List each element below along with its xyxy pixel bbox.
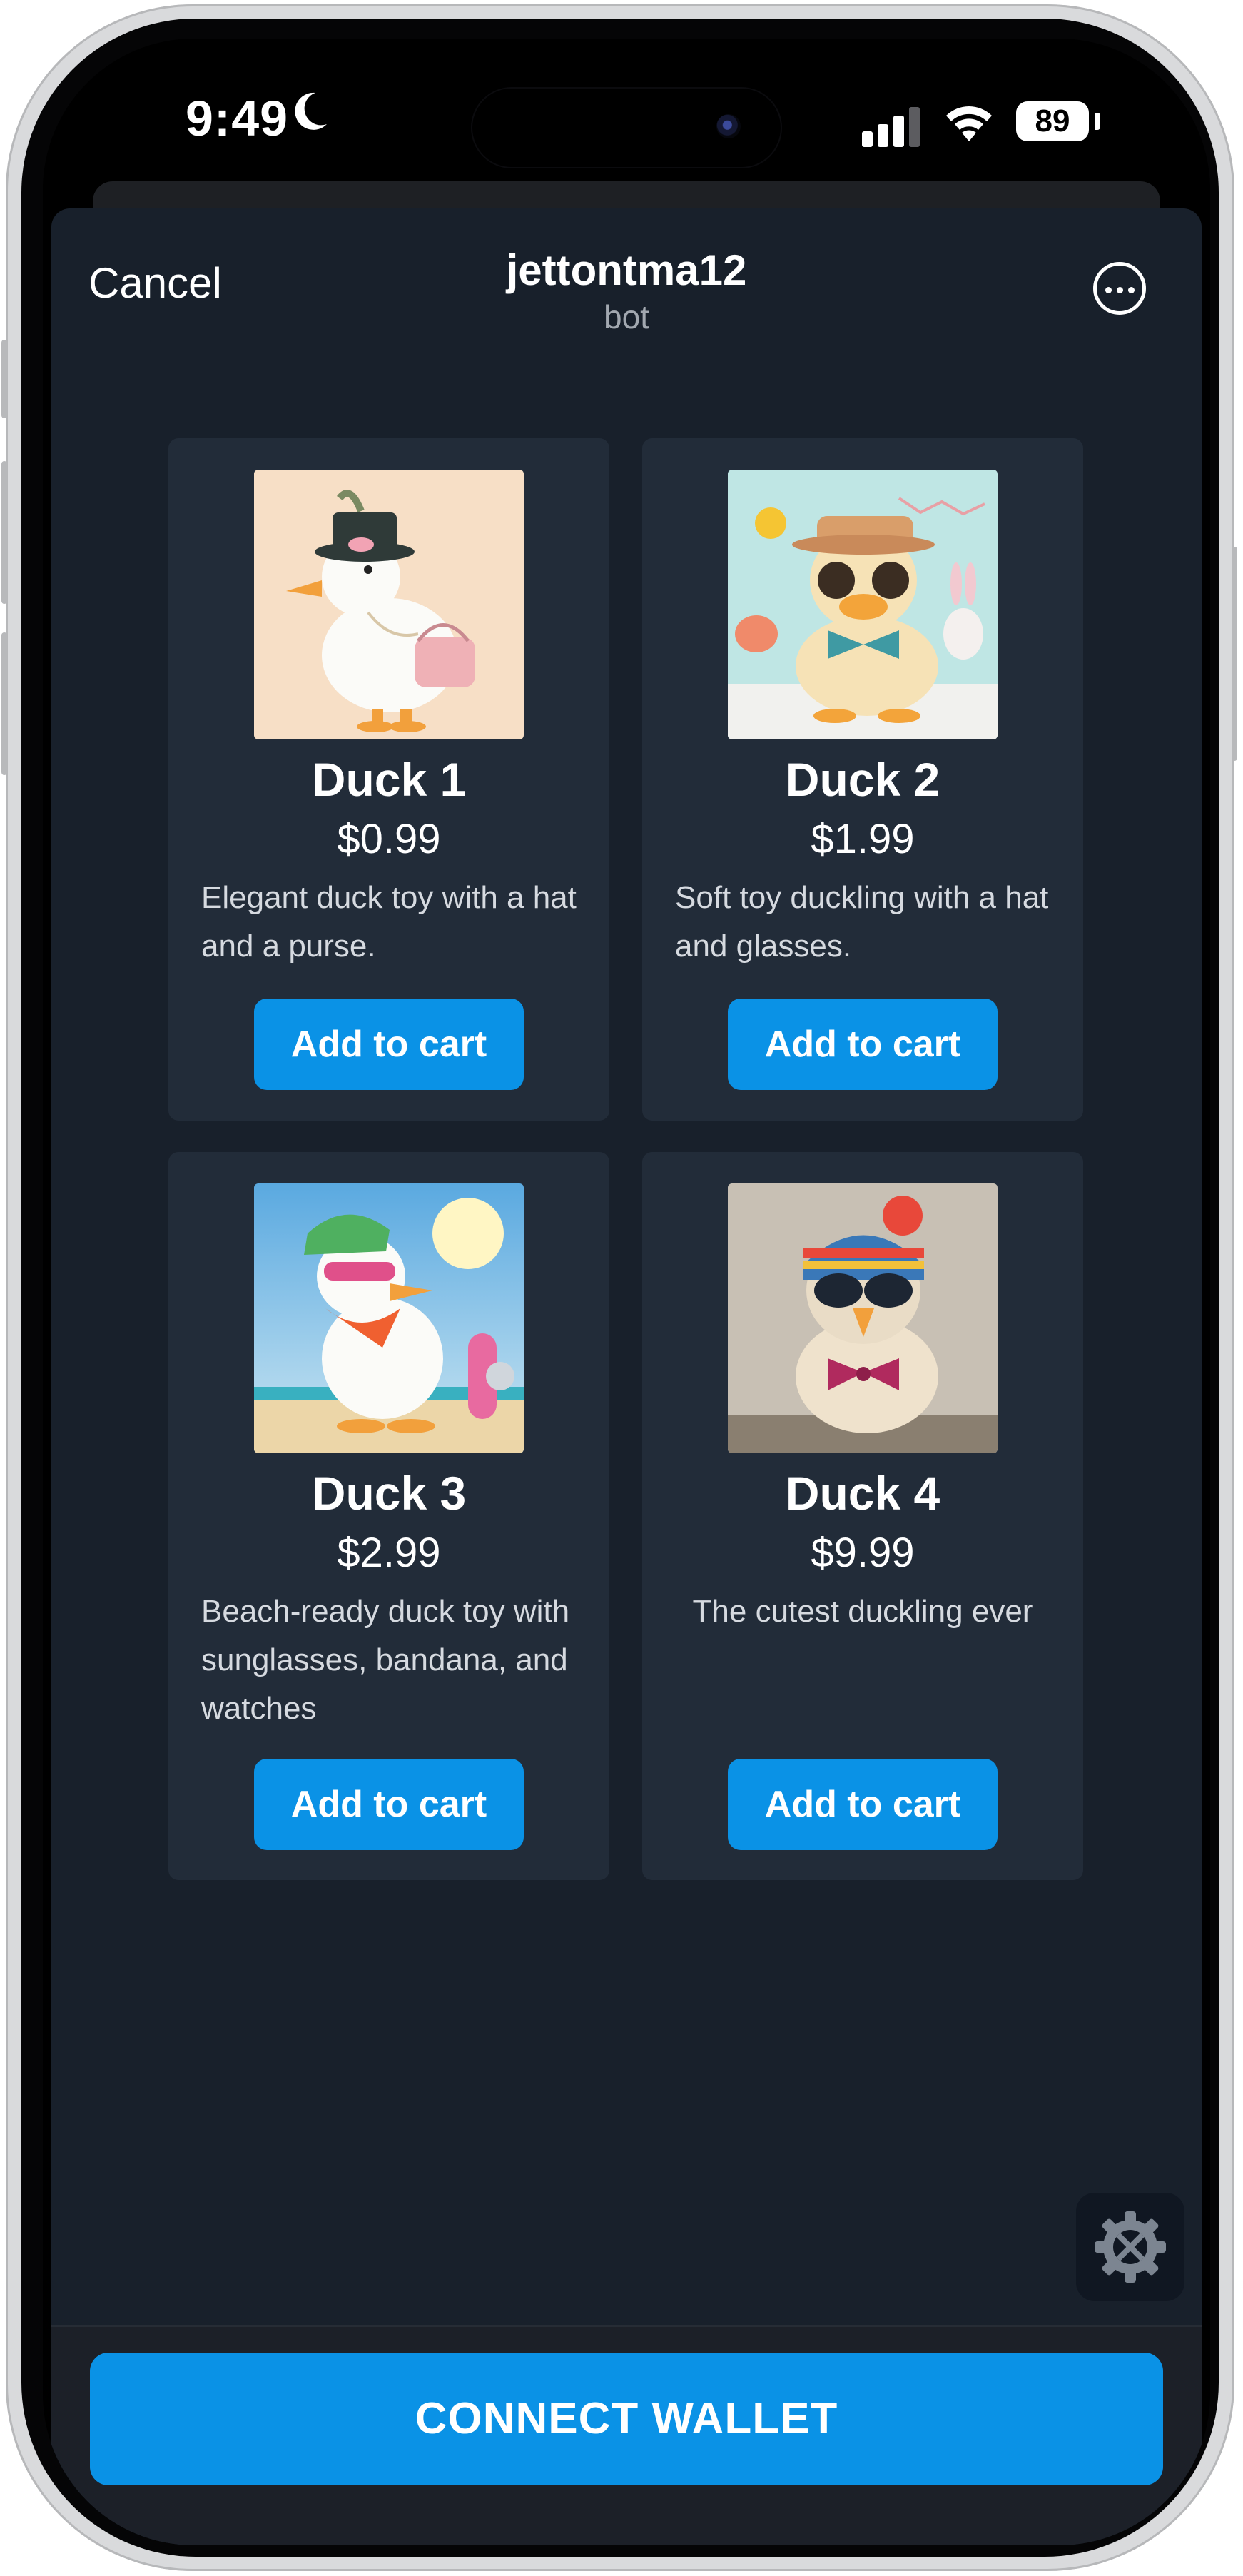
moon-icon bbox=[294, 90, 330, 143]
battery-icon: 89 bbox=[1016, 101, 1089, 141]
phone-frame: 9:49 89 Cancel jettontma12 bot Duck 1 $0… bbox=[1, 4, 1237, 2571]
settings-icon bbox=[1095, 2211, 1166, 2283]
product-image-duck-3 bbox=[254, 1183, 524, 1453]
status-time: 9:49 bbox=[186, 91, 289, 146]
add-to-cart-button[interactable]: Add to cart bbox=[728, 1759, 998, 1850]
product-description: Soft toy duckling with a hat and glasses… bbox=[675, 880, 1049, 964]
product-image-duck-4 bbox=[728, 1183, 998, 1453]
add-to-cart-button[interactable]: Add to cart bbox=[254, 1759, 524, 1850]
more-icon[interactable] bbox=[1093, 262, 1146, 315]
product-price: $0.99 bbox=[337, 816, 441, 862]
product-image-duck-1 bbox=[254, 470, 524, 739]
silent-switch bbox=[1, 340, 7, 418]
wifi-icon bbox=[942, 101, 996, 153]
connect-wallet-button[interactable]: CONNECT WALLET bbox=[90, 2353, 1163, 2485]
bot-title: jettontma12 bbox=[506, 246, 747, 294]
product-description: The cutest duckling ever bbox=[692, 1594, 1033, 1629]
add-to-cart-button[interactable]: Add to cart bbox=[254, 999, 524, 1090]
product-image-duck-2 bbox=[728, 470, 998, 739]
status-bar: 9:49 89 bbox=[43, 39, 1210, 196]
screen: 9:49 89 Cancel jettontma12 bot Duck 1 $0… bbox=[43, 39, 1210, 2545]
product-description: Elegant duck toy with a hat and a purse. bbox=[201, 880, 577, 964]
header-title-group: jettontma12 bot bbox=[51, 246, 1202, 336]
bot-subtitle: bot bbox=[604, 298, 649, 335]
product-price: $1.99 bbox=[811, 816, 915, 862]
signal-icon bbox=[862, 104, 922, 147]
volume-up-button bbox=[1, 461, 7, 604]
power-button bbox=[1232, 547, 1237, 761]
settings-button[interactable] bbox=[1076, 2193, 1184, 2301]
product-name: Duck 4 bbox=[785, 1467, 940, 1520]
mini-app-sheet: Cancel jettontma12 bot Duck 1 $0.99 Eleg… bbox=[51, 208, 1202, 2545]
product-card: Duck 2 $1.99 Soft toy duckling with a ha… bbox=[642, 438, 1083, 1121]
product-price: $9.99 bbox=[811, 1530, 915, 1576]
battery-tip bbox=[1095, 113, 1100, 130]
product-card: Duck 3 $2.99 Beach-ready duck toy with s… bbox=[168, 1152, 609, 1880]
product-name: Duck 3 bbox=[311, 1467, 467, 1520]
product-price: $2.99 bbox=[337, 1530, 441, 1576]
product-card: Duck 1 $0.99 Elegant duck toy with a hat… bbox=[168, 438, 609, 1121]
add-to-cart-button[interactable]: Add to cart bbox=[728, 999, 998, 1090]
sheet-header: Cancel jettontma12 bot bbox=[51, 208, 1202, 351]
product-name: Duck 1 bbox=[311, 753, 467, 806]
product-description: Beach-ready duck toy with sunglasses, ba… bbox=[201, 1594, 570, 1726]
volume-down-button bbox=[1, 632, 7, 775]
product-card: Duck 4 $9.99 The cutest duckling ever Ad… bbox=[642, 1152, 1083, 1880]
camera-icon bbox=[716, 114, 741, 138]
product-name: Duck 2 bbox=[785, 753, 940, 806]
